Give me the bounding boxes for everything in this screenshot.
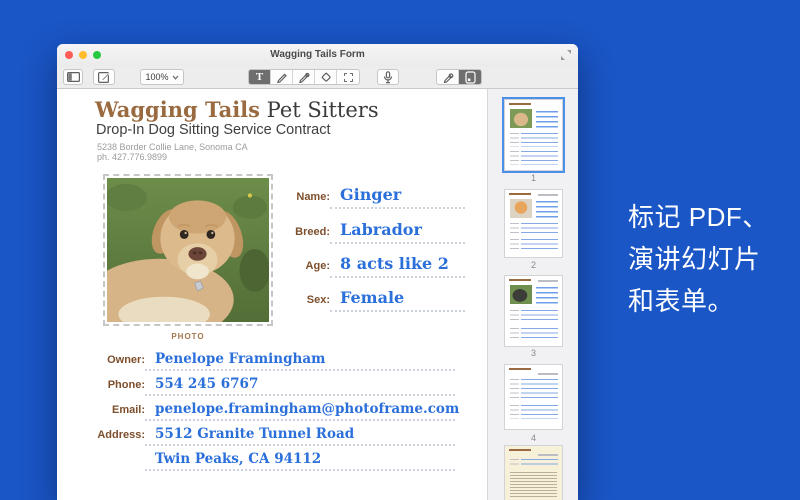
sidebar-toggle-icon	[67, 72, 80, 82]
selection-tool-button[interactable]	[337, 70, 359, 84]
business-address: 5238 Border Collie Lane, Sonoma CA	[97, 142, 248, 152]
zoom-window-button[interactable]	[93, 51, 101, 59]
pen-tool-button[interactable]	[293, 70, 315, 84]
page-view-button[interactable]	[459, 70, 481, 84]
field-value[interactable]: 8 acts like 2	[330, 254, 465, 278]
dog-photo	[107, 178, 269, 322]
field-value[interactable]: penelope.framingham@photoframe.com	[145, 401, 455, 421]
field-label: Owner:	[85, 354, 145, 366]
photo-label: PHOTO	[103, 332, 273, 341]
field-label: Name:	[270, 191, 330, 203]
window-title: Wagging Tails Form	[57, 44, 578, 66]
page-thumbnail-2[interactable]	[505, 190, 562, 257]
sidebar-toggle-button[interactable]	[63, 69, 83, 85]
microphone-button[interactable]	[377, 69, 399, 85]
field-label: Breed:	[270, 226, 330, 238]
pencil-tool-button[interactable]	[271, 70, 293, 84]
page-thumbnail-4[interactable]	[505, 365, 562, 429]
brand-suffix: Pet Sitters	[260, 98, 379, 122]
field-value[interactable]: 5512 Granite Tunnel Road	[145, 426, 455, 446]
field-age[interactable]: Age: 8 acts like 2	[270, 254, 465, 278]
field-phone[interactable]: Phone: 554 245 6767	[85, 376, 455, 396]
page-thumbnail-1[interactable]	[505, 100, 562, 170]
field-label: Phone:	[85, 379, 145, 391]
field-address-line2[interactable]: Twin Peaks, CA 94112	[85, 451, 455, 471]
text-tool-button[interactable]: T	[249, 70, 271, 84]
caption-line-1: 标记 PDF、	[628, 196, 769, 238]
business-phone: ph. 427.776.9899	[97, 152, 167, 162]
annotation-tools: T	[248, 69, 360, 85]
field-value[interactable]: Twin Peaks, CA 94112	[145, 451, 455, 471]
field-value[interactable]: 554 245 6767	[145, 376, 455, 396]
field-label: Email:	[85, 404, 145, 416]
eraser-tool-button[interactable]	[315, 70, 337, 84]
zoom-dropdown[interactable]: 100%	[140, 69, 184, 85]
field-value[interactable]: Female	[330, 288, 465, 312]
view-tools	[436, 69, 482, 85]
field-label: Age:	[270, 260, 330, 272]
eraser-icon	[320, 71, 332, 83]
caption-line-2: 演讲幻灯片	[628, 238, 769, 280]
selection-icon	[344, 73, 353, 82]
chevron-down-icon	[172, 75, 179, 80]
page-number-3: 3	[488, 348, 578, 358]
marker-tool-button[interactable]	[437, 70, 459, 84]
page-number-4: 4	[488, 433, 578, 443]
close-button[interactable]	[65, 51, 73, 59]
document-page[interactable]: Wagging Tails Pet Sitters Drop-In Dog Si…	[57, 89, 487, 500]
minimize-button[interactable]	[79, 51, 87, 59]
field-label: Sex:	[270, 294, 330, 306]
page-number-1: 1	[488, 173, 578, 183]
compose-icon	[98, 71, 110, 83]
toolbar: 100% T	[57, 66, 578, 89]
field-owner[interactable]: Owner: Penelope Framingham	[85, 351, 455, 371]
pencil-icon	[276, 71, 288, 83]
caption-line-3: 和表单。	[628, 280, 769, 322]
brand-name: Wagging Tails	[95, 97, 260, 122]
pen-icon	[298, 71, 310, 83]
zoom-level: 100%	[145, 72, 168, 82]
page-number-2: 2	[488, 260, 578, 270]
thumbnail-sidebar: 1 2	[487, 89, 578, 500]
field-address-line1[interactable]: Address: 5512 Granite Tunnel Road	[85, 426, 455, 446]
page-thumbnail-3[interactable]	[505, 276, 562, 346]
microphone-icon	[383, 71, 393, 84]
field-value[interactable]: Labrador	[330, 220, 465, 244]
field-breed[interactable]: Breed: Labrador	[270, 220, 465, 244]
window-titlebar: Wagging Tails Form	[57, 44, 578, 66]
field-value[interactable]: Ginger	[330, 185, 465, 209]
document-brand-title: Wagging Tails Pet Sitters	[95, 97, 379, 122]
pet-photo-frame[interactable]	[103, 174, 273, 326]
field-value[interactable]: Penelope Framingham	[145, 351, 455, 371]
page-thumbnail-5[interactable]	[505, 446, 562, 500]
field-label: Address:	[85, 429, 145, 441]
fullscreen-icon[interactable]	[560, 49, 572, 61]
text-tool-icon: T	[256, 71, 263, 83]
marketing-caption: 标记 PDF、 演讲幻灯片 和表单。	[628, 196, 769, 322]
compose-button[interactable]	[93, 69, 115, 85]
field-name[interactable]: Name: Ginger	[270, 185, 465, 209]
traffic-lights	[65, 51, 101, 59]
document-subtitle: Drop-In Dog Sitting Service Contract	[96, 122, 331, 138]
field-email[interactable]: Email: penelope.framingham@photoframe.co…	[85, 401, 455, 421]
page-view-icon	[465, 71, 476, 84]
app-window: Wagging Tails Form 100%	[57, 44, 578, 500]
marker-icon	[442, 71, 454, 83]
field-sex[interactable]: Sex: Female	[270, 288, 465, 312]
